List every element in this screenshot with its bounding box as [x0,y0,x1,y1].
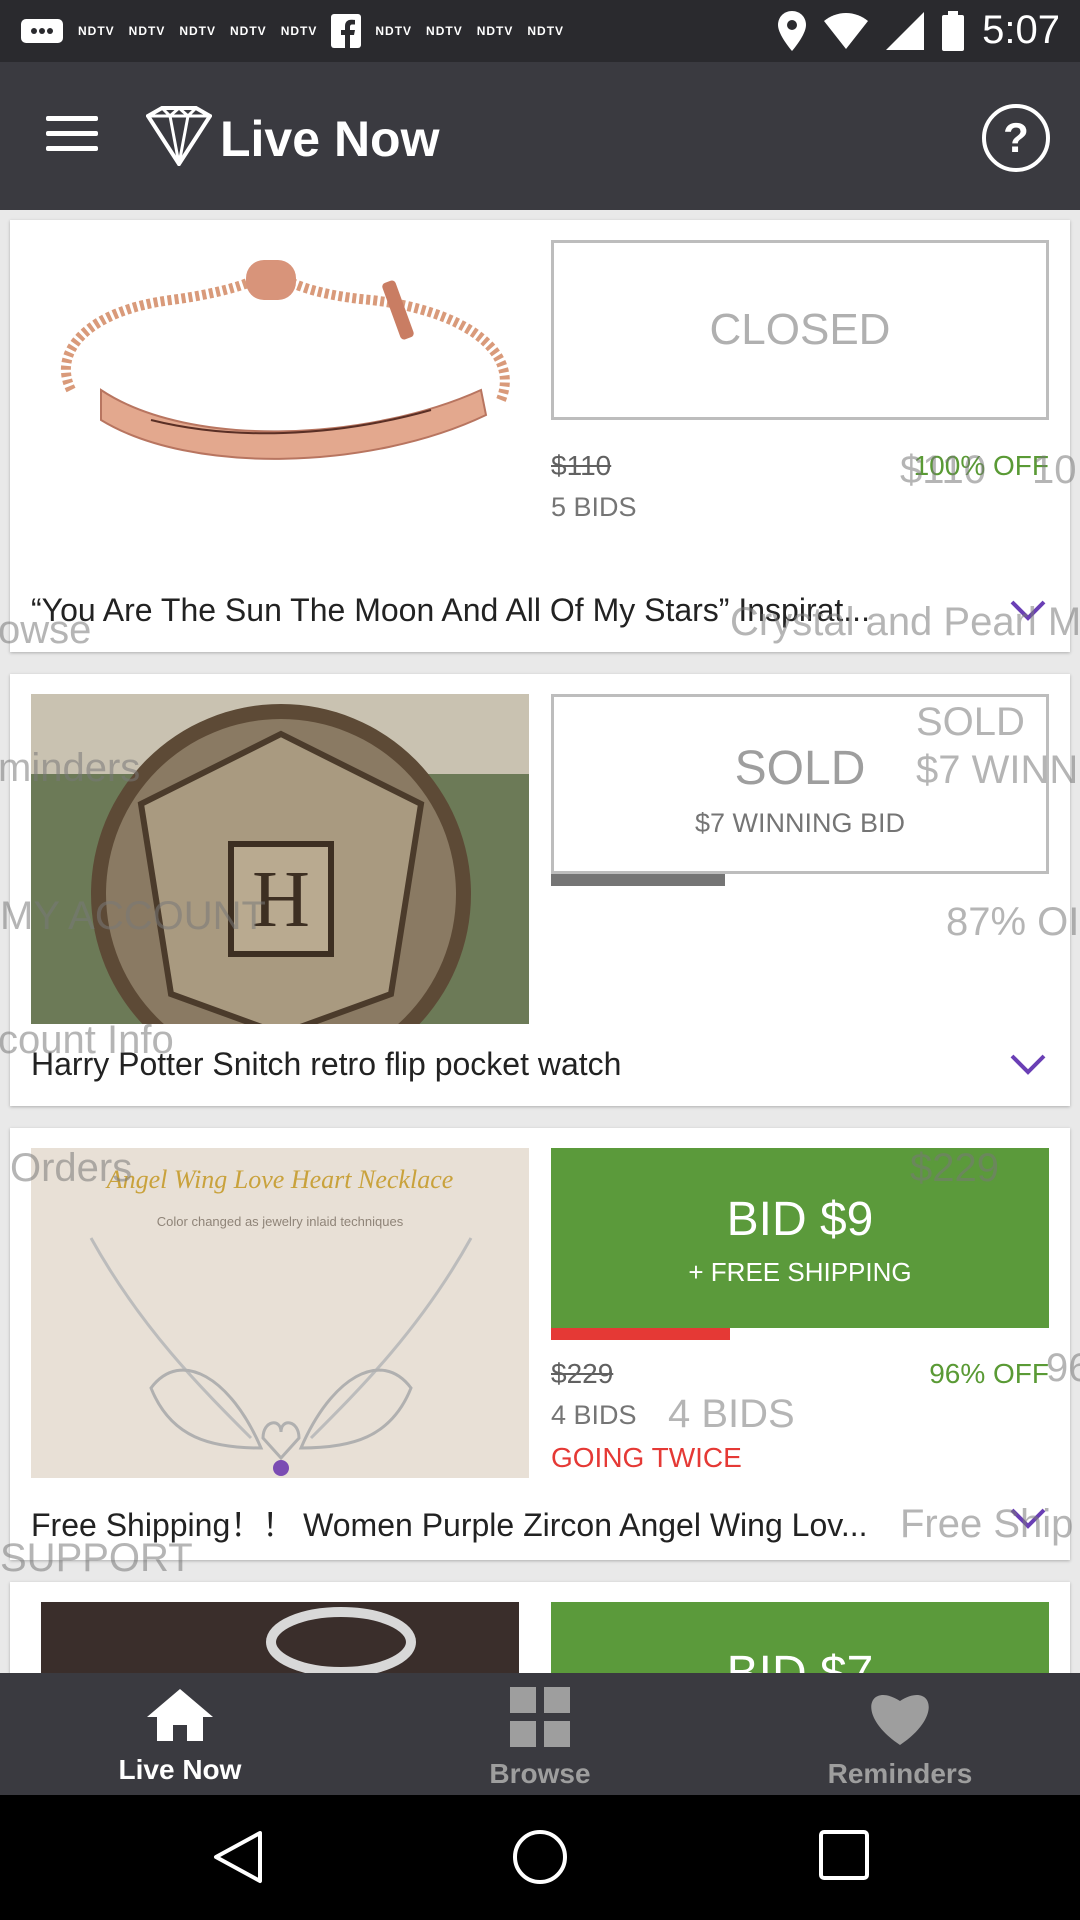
ndtv-notification-icon: NDTV [527,24,565,38]
auction-card[interactable]: BID $7 [10,1582,1070,1673]
bid-count: 4 BIDS [551,1400,637,1430]
status-right: 5:07 [778,8,1060,53]
original-price: $229 [551,1358,614,1389]
product-image-ring[interactable] [41,1602,519,1673]
tab-label: Browse [489,1758,591,1789]
product-image-bracelet[interactable] [31,240,529,570]
auction-card[interactable]: CLOSED $110 100% OFF 5 BIDS “You Are The… [10,220,1070,652]
urgency-label: GOING TWICE [551,1442,742,1473]
auction-list[interactable]: CLOSED $110 100% OFF 5 BIDS “You Are The… [0,210,1080,1673]
tab-live-now[interactable]: Live Now [0,1673,360,1795]
product-image-pocket-watch[interactable]: H [31,694,529,1024]
ndtv-notification-icon: NDTV [280,24,318,38]
home-circle-icon[interactable] [512,1829,568,1885]
status-sold-label: SOLD [734,742,866,795]
bottom-nav: Live Now Browse Reminders [0,1673,1080,1795]
tab-label: Reminders [827,1758,973,1789]
notification-icons: NDTV NDTV NDTV NDTV NDTV NDTV NDTV NDTV … [20,14,564,48]
auction-progress-bar [551,874,725,886]
bid-amount-label: BID $7 [551,1646,1049,1673]
tab-browse[interactable]: Browse [360,1673,720,1795]
bid-amount-label: BID $9 [726,1193,874,1246]
grid-icon [510,1687,570,1747]
product-name[interactable]: Free Shipping！！ Women Purple Zircon Ange… [31,1500,991,1546]
help-button[interactable]: ? [982,104,1050,172]
tab-reminders[interactable]: Reminders [720,1673,1080,1795]
product-name[interactable]: Harry Potter Snitch retro flip pocket wa… [31,1046,991,1083]
ndtv-notification-icon: NDTV [375,24,413,38]
heart-icon [871,1695,929,1745]
ndtv-notification-icon: NDTV [128,24,166,38]
bid-button[interactable]: BID $9 + FREE SHIPPING [551,1148,1049,1328]
product-name[interactable]: “You Are The Sun The Moon And All Of My … [31,592,991,629]
discount-label: 96% OFF [929,1358,1049,1389]
system-nav-bar [0,1795,1080,1920]
home-icon [147,1689,213,1741]
menu-icon[interactable] [46,116,98,156]
winning-bid-label: $7 WINNING BID [694,808,906,838]
battery-icon [942,10,965,51]
bid-count: 5 BIDS [551,492,637,522]
page-title: Live Now [220,111,440,167]
discount-label: 100% OFF [913,450,1049,481]
auction-card[interactable]: H SOLD $7 WINNING BID Harry Potter Snitc… [10,674,1070,1106]
product-image-necklace[interactable]: Angel Wing Love Heart Necklace Color cha… [31,1148,529,1478]
tab-label: Live Now [118,1754,242,1785]
location-icon [778,10,807,51]
auction-progress-bar [551,1328,730,1340]
clock: 5:07 [982,8,1060,52]
ndtv-notification-icon: NDTV [78,24,115,38]
messages-icon [21,19,63,43]
recents-icon[interactable] [818,1829,870,1881]
free-shipping-label: + FREE SHIPPING [688,1257,912,1287]
ndtv-notification-icon: NDTV [476,24,514,38]
ndtv-notification-icon: NDTV [179,24,217,38]
ndtv-notification-icon: NDTV [426,24,463,38]
chevron-down-icon[interactable] [1008,1050,1048,1080]
status-closed-label: CLOSED [709,305,891,354]
signal-icon [886,11,925,50]
image-subcaption: Color changed as jewelry inlaid techniqu… [157,1214,404,1229]
ndtv-notification-icon: NDTV [230,24,267,38]
original-price: $110 [551,450,612,481]
svg-text:H: H [252,856,310,944]
auction-card[interactable]: Angel Wing Love Heart Necklace Color cha… [10,1128,1070,1560]
chevron-down-icon[interactable] [1008,1504,1048,1534]
status-bar: NDTV NDTV NDTV NDTV NDTV NDTV NDTV NDTV … [0,0,1080,62]
wifi-icon [824,12,869,49]
bid-button[interactable]: BID $7 [551,1602,1049,1673]
auction-status-box[interactable]: CLOSED [551,240,1049,420]
auction-status-box[interactable]: SOLD $7 WINNING BID [551,694,1049,874]
app-bar: Live Now ? [0,62,1080,210]
diamond-logo-icon [146,106,212,166]
chevron-down-icon[interactable] [1008,596,1048,626]
image-caption: Angel Wing Love Heart Necklace [105,1165,454,1194]
back-icon[interactable] [210,1829,266,1885]
facebook-icon [331,14,362,48]
